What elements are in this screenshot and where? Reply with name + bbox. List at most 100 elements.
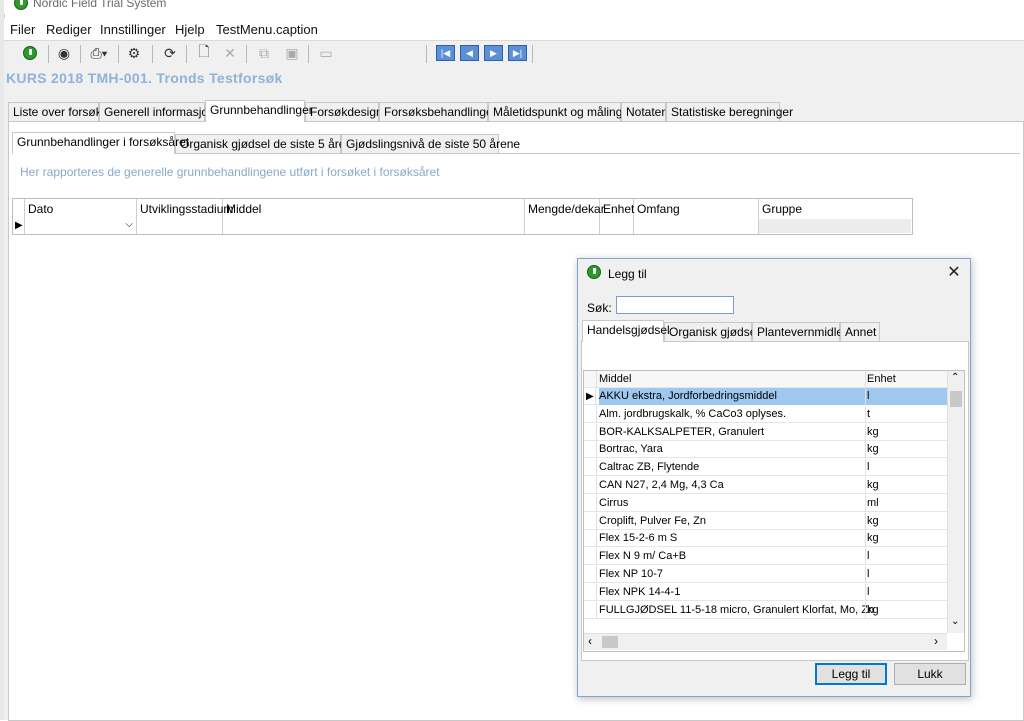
scroll-right-icon[interactable]: › — [934, 634, 938, 648]
list-item[interactable]: Alm. jordbrugskalk, % CaCo3 oplyses. t — [584, 405, 947, 423]
prev-record-icon[interactable]: ◀ — [460, 45, 479, 61]
scroll-up-icon[interactable]: ⌃ — [951, 372, 959, 383]
reload-icon[interactable]: ⟳ — [160, 44, 180, 62]
col-utviklingsstadium[interactable]: Utviklingsstadium — [137, 199, 233, 234]
tab-annet[interactable]: Annet — [840, 322, 880, 341]
search-label: Søk: — [587, 301, 612, 315]
search-input[interactable] — [616, 296, 734, 314]
col-dato-label: Dato — [28, 202, 54, 216]
app-home-button[interactable] — [20, 44, 40, 62]
print-icon[interactable]: ⎙▾ — [86, 44, 112, 62]
subtab-grunnbehandlinger-forsoksaret[interactable]: Grunnbehandlinger i forsøksåret — [12, 132, 189, 154]
list-item-middel: Bortrac, Yara — [599, 443, 663, 456]
toolbar-separator — [80, 45, 81, 63]
list-item[interactable]: CAN N27, 2,4 Mg, 4,3 Ca kg — [584, 477, 947, 494]
tab-forsoksbehandlinger[interactable]: Forsøksbehandlinger — [379, 102, 497, 121]
list-item-enhet: t — [865, 405, 947, 423]
legg-til-button[interactable]: Legg til — [815, 663, 887, 685]
menu-filer[interactable]: Filer — [10, 22, 35, 37]
tab-grunnbehandlinger[interactable]: Grunnbehandlinger — [205, 100, 313, 122]
new-document-icon[interactable]: 🗋 — [194, 43, 214, 62]
row-indicator — [584, 459, 597, 477]
tab-notater[interactable]: Notater — [621, 102, 666, 121]
tool-icon[interactable]: ⚙ — [124, 44, 144, 62]
delete-icon[interactable]: ✕ — [220, 44, 240, 62]
current-row-arrow-icon: ▶ — [15, 220, 23, 231]
list-item[interactable]: Flex 15-2-6 m S kg — [584, 530, 947, 548]
app-icon — [587, 265, 601, 279]
tab-organisk-gjodsel[interactable]: Organisk gjødsel — [664, 322, 759, 341]
refresh-icon[interactable]: ◉ — [54, 44, 74, 62]
subtab-organisk-gjodsel[interactable]: Organisk gjødsel de siste 5 årene — [175, 134, 359, 153]
list-item[interactable]: Bortrac, Yara kg — [584, 441, 947, 459]
scroll-thumb[interactable] — [950, 391, 962, 407]
tab-maletidspunkt[interactable]: Måletidspunkt og målinger — [488, 102, 633, 121]
middel-list-grid: Middel Enhet ▶ AKKU ekstra, Jordforbedrin… — [583, 370, 965, 652]
list-col-middel[interactable]: Middel — [599, 371, 631, 388]
row-indicator-column: ▶ — [13, 199, 25, 234]
gruppe-cell[interactable] — [759, 219, 911, 233]
col-enhet[interactable]: Enhet — [600, 199, 634, 234]
horizontal-scrollbar[interactable]: ‹ › — [584, 633, 947, 650]
last-record-icon[interactable]: ▶| — [508, 45, 527, 61]
list-item-middel: CAN N27, 2,4 Mg, 4,3 Ca — [599, 479, 724, 491]
scroll-down-icon[interactable]: ⌄ — [951, 616, 959, 627]
menu-rediger[interactable]: Rediger — [46, 22, 92, 37]
list-item[interactable]: Flex NPK 14-4-1 l — [584, 583, 947, 601]
menu-innstillinger[interactable]: Innstillinger — [100, 22, 166, 37]
list-item[interactable]: ▶ AKKU ekstra, Jordforbedringsmiddel l — [584, 388, 947, 405]
chevron-down-icon[interactable]: ⌵ — [125, 215, 133, 235]
copy-icon[interactable]: ⧉ — [254, 44, 274, 62]
tab-statistiske-beregninger[interactable]: Statistiske beregninger — [666, 102, 793, 121]
next-record-icon[interactable]: ▶ — [484, 45, 503, 61]
tab-forsokdesign[interactable]: Forsøkdesign — [305, 102, 383, 121]
col-middel[interactable]: Middel — [223, 199, 525, 234]
first-record-icon[interactable]: |◀ — [436, 45, 455, 61]
list-item-enhet: kg — [865, 512, 947, 530]
toolbar-separator — [118, 45, 119, 63]
h-scroll-thumb[interactable] — [602, 636, 618, 648]
list-item[interactable]: BOR-KALKSALPETER, Granulert kg — [584, 423, 947, 441]
subtab-gjodslingsniva[interactable]: Gjødslingsnivå de siste 50 årene — [341, 134, 520, 153]
list-item[interactable]: Cirrus ml — [584, 494, 947, 512]
list-item-middel: Croplift, Pulver Fe, Zn — [599, 514, 706, 527]
window-title: Nordic Field Trial System — [33, 0, 167, 10]
list-item[interactable]: Caltrac ZB, Flytende l — [584, 459, 947, 477]
list-item-middel: AKKU ekstra, Jordforbedringsmiddel — [599, 388, 865, 405]
row-indicator — [584, 423, 597, 441]
scroll-left-icon[interactable]: ‹ — [588, 634, 592, 648]
toolbar-separator — [152, 45, 153, 63]
list-item[interactable]: FULLGJØDSEL 11-5-18 micro, Granulert Klo… — [584, 601, 947, 619]
list-col-enhet[interactable]: Enhet — [865, 371, 947, 388]
list-item-enhet: ml — [865, 494, 947, 512]
dialog-tabs: Handelsgjødsel Organisk gjødsel Planteve… — [578, 320, 968, 342]
paste-icon[interactable]: ▣ — [282, 44, 302, 62]
toolbar-separator — [48, 45, 49, 63]
row-indicator — [584, 441, 597, 459]
list-item-middel: Cirrus — [599, 496, 629, 509]
tab-generell-informasjon[interactable]: Generell informasjon — [99, 102, 215, 121]
tab-liste-over-forsok[interactable]: Liste over forsøk — [8, 102, 102, 121]
list-item-middel: Flex NPK 14-4-1 — [599, 585, 681, 598]
list-item[interactable]: Flex N 9 m/ Ca+B l — [584, 548, 947, 566]
menu-hjelp[interactable]: Hjelp — [175, 22, 205, 37]
erase-icon[interactable]: ▭ — [316, 44, 336, 62]
tab-handelsgjodsel[interactable]: Handelsgjødsel — [582, 320, 670, 342]
tab-plantevernmidler[interactable]: Plantevernmidler — [752, 322, 847, 341]
toolbar-separator — [532, 45, 533, 63]
lukk-button[interactable]: Lukk — [894, 663, 966, 685]
vertical-scrollbar[interactable]: ⌃ ⌄ — [947, 371, 964, 633]
menu-testmenu[interactable]: TestMenu.caption — [216, 22, 318, 37]
legg-til-dialog: Legg til ✕ Søk: Handelsgjødsel Organisk … — [577, 258, 971, 697]
grunnbehandling-grid: ▶ Dato ⌵ Utviklingsstadium Middel Mengde/… — [12, 198, 913, 235]
close-icon[interactable]: ✕ — [944, 262, 964, 282]
list-item[interactable]: Croplift, Pulver Fe, Zn kg — [584, 512, 947, 530]
sub-tabs: Grunnbehandlinger i forsøksåret Organisk… — [9, 132, 1009, 154]
col-omfang[interactable]: Omfang — [634, 199, 759, 234]
list-item-middel: FULLGJØDSEL 11-5-18 micro, Granulert Klo… — [599, 603, 875, 616]
col-gruppe[interactable]: Gruppe — [759, 199, 911, 234]
info-text: Her rapporteres de generelle grunnbehand… — [20, 165, 440, 179]
col-dato[interactable]: Dato ⌵ — [25, 199, 137, 234]
col-mengde-dekar[interactable]: Mengde/dekar — [525, 199, 605, 234]
list-item[interactable]: Flex NP 10-7 l — [584, 566, 947, 583]
